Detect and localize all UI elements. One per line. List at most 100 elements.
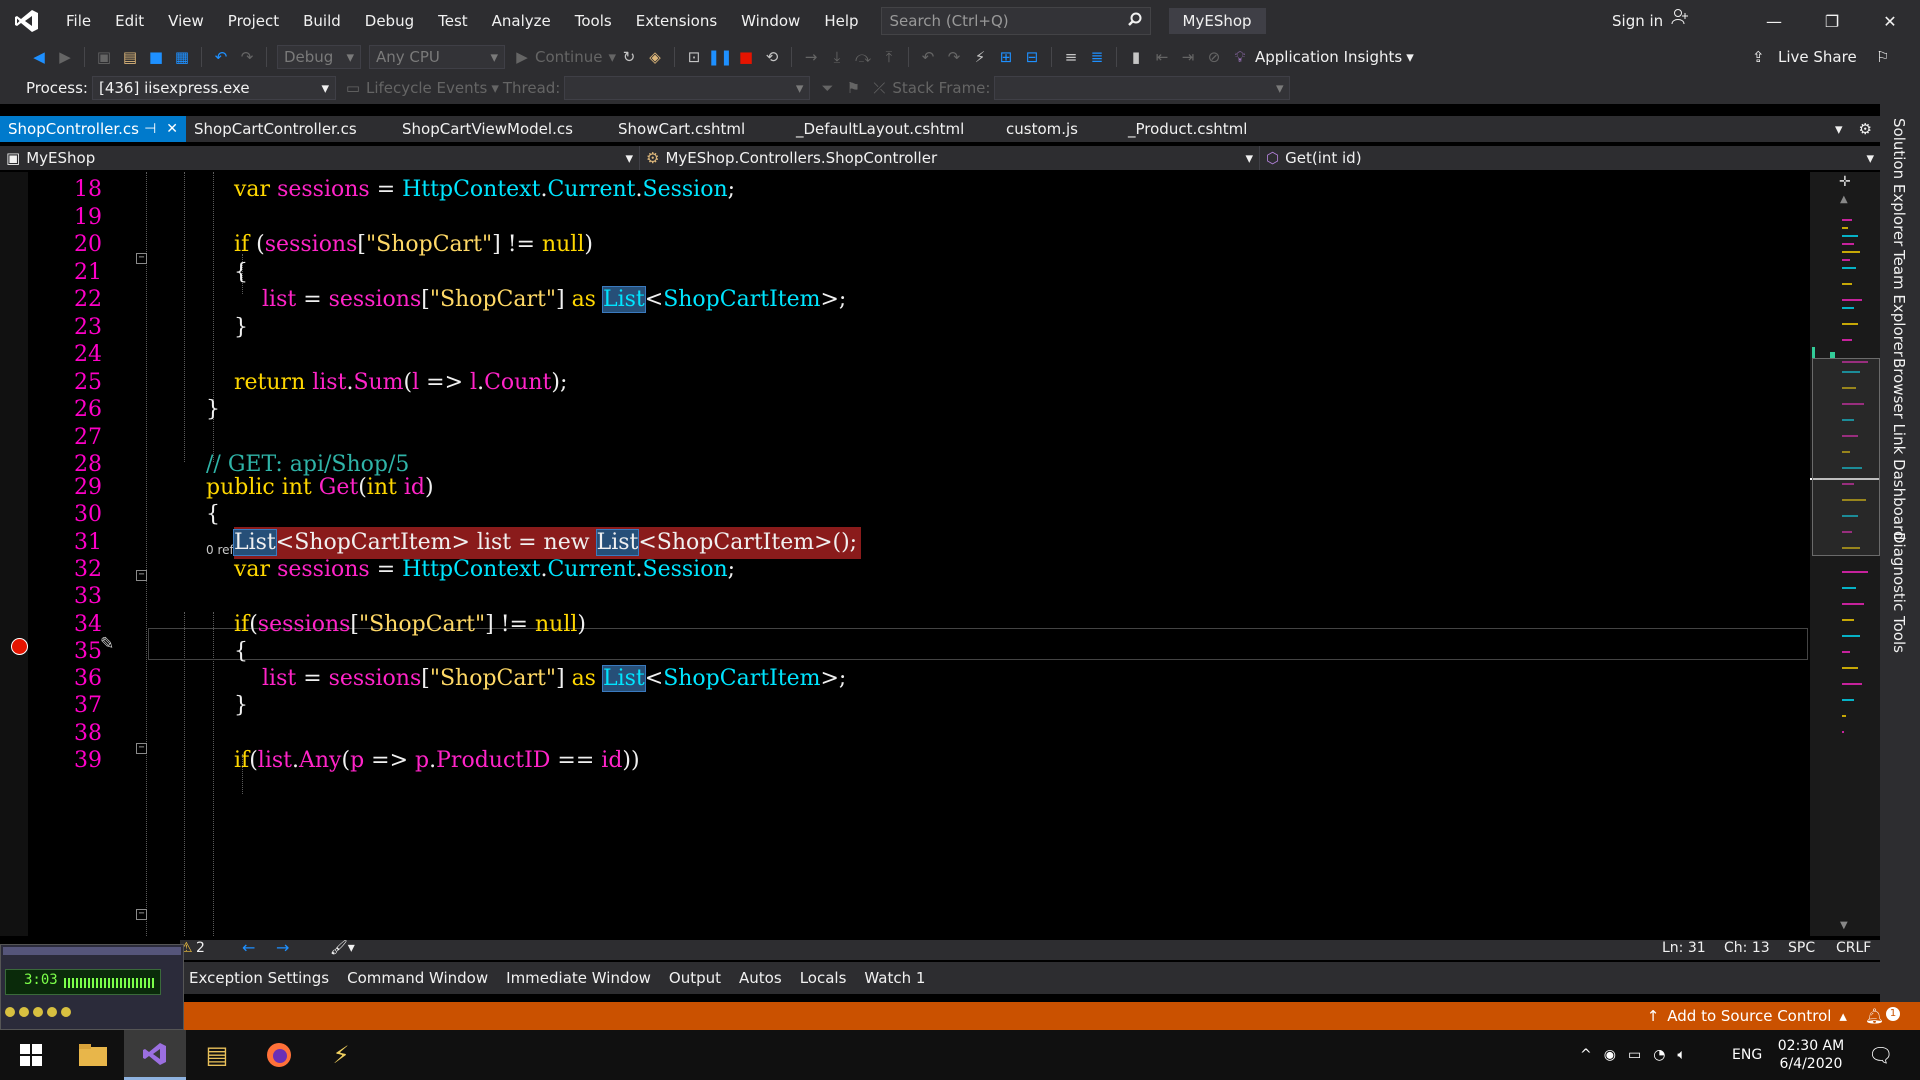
taskbar-firefox[interactable] [248, 1030, 310, 1080]
tab-locals[interactable]: Locals [791, 969, 856, 987]
properties-icon[interactable]: ⊟ [1021, 46, 1043, 68]
tab-exception-settings[interactable]: Exception Settings [180, 969, 338, 987]
continue-icon[interactable]: ▶ [511, 46, 533, 68]
forward-icon[interactable]: ▶ [54, 46, 76, 68]
sidebar-item-team-explorer[interactable]: Team Explorer [1890, 250, 1908, 357]
refresh-icon[interactable]: ↻ [618, 46, 640, 68]
solution-explorer-icon[interactable]: ⊞ [995, 46, 1017, 68]
sidebar-item-solution-explorer[interactable]: Solution Explorer [1890, 118, 1908, 246]
menu-item-extensions[interactable]: Extensions [624, 0, 729, 42]
code-cleanup-icon[interactable]: 🖌︎▾ [330, 940, 355, 956]
bookmark-icon[interactable]: ▮ [1125, 46, 1147, 68]
close-button[interactable]: ✕ [1862, 0, 1918, 42]
menu-item-edit[interactable]: Edit [103, 0, 156, 42]
tab-output[interactable]: Output [660, 969, 730, 987]
taskbar-app-5[interactable]: ⚡ [310, 1030, 372, 1080]
stack-frame-dropdown[interactable]: ▾ [994, 76, 1291, 100]
search-input[interactable]: Search (Ctrl+Q) [880, 7, 1151, 35]
tab-customjs[interactable]: custom.js [998, 116, 1120, 142]
menu-item-project[interactable]: Project [216, 0, 291, 42]
media-player-widget[interactable]: 3:03 [0, 944, 184, 1030]
battery-icon[interactable]: ▭ [1628, 1047, 1641, 1063]
configuration-dropdown[interactable]: Debug ▾ [277, 45, 361, 69]
step-into-icon[interactable]: ⤓ [826, 46, 848, 68]
taskbar-app-3[interactable]: ▤ [186, 1030, 248, 1080]
sidebar-item-browser-link-dashboard[interactable]: Browser Link Dashboard [1890, 358, 1908, 540]
restart-icon[interactable]: ⟲ [761, 46, 783, 68]
stop-icon[interactable] [47, 1007, 57, 1017]
chevron-up-icon[interactable]: ^ [1580, 1047, 1592, 1063]
tab-shopcartviewmodel[interactable]: ShopCartViewModel.cs [394, 116, 610, 142]
process-dropdown[interactable]: [436] iisexpress.exe ▾ [91, 76, 336, 100]
menu-item-help[interactable]: Help [812, 0, 870, 42]
clear-bookmarks-icon[interactable]: ⊘ [1203, 46, 1225, 68]
notifications-button[interactable]: 🔔︎ 1 [1865, 1007, 1900, 1025]
maximize-button[interactable]: ❐ [1804, 0, 1860, 42]
clock[interactable]: 02:30 AM 6/4/2020 [1776, 1030, 1846, 1080]
gear-icon[interactable]: ⚙ [1851, 116, 1880, 142]
pause-icon[interactable] [33, 1007, 43, 1017]
line-ending[interactable]: CRLF [1836, 940, 1871, 956]
undo-icon[interactable]: ↶ [210, 46, 232, 68]
lifecycle-events-dropdown[interactable]: Lifecycle Events [366, 79, 487, 97]
minimize-button[interactable]: — [1746, 0, 1802, 42]
minimap-viewport[interactable] [1812, 358, 1880, 556]
play-icon[interactable] [19, 1007, 29, 1017]
action-center-icon[interactable]: 🗨︎ [1868, 1030, 1893, 1080]
new-project-icon[interactable]: ▣ [93, 46, 115, 68]
next-track-icon[interactable] [61, 1007, 71, 1017]
tab-immediate-window[interactable]: Immediate Window [497, 969, 660, 987]
screenshot-icon[interactable]: ⊡ [683, 46, 705, 68]
previous-issue-icon[interactable]: ← [242, 938, 255, 957]
code-editor[interactable]: − − − − 0 references ✎ 18var sessions = … [0, 172, 1810, 936]
save-icon[interactable]: ■ [145, 46, 167, 68]
scroll-up-icon[interactable]: ▲ [1840, 194, 1848, 205]
save-all-icon[interactable]: ▦ [171, 46, 193, 68]
filter-icon[interactable]: ⏷ [816, 77, 838, 99]
show-next-statement-icon[interactable]: → [800, 46, 822, 68]
comment-icon[interactable]: ≡ [1060, 46, 1082, 68]
flag-icon[interactable]: ⚑ [842, 77, 864, 99]
menu-item-view[interactable]: View [156, 0, 216, 42]
close-icon[interactable]: ✕ [166, 121, 178, 137]
pin-icon[interactable]: ⊣ [144, 121, 156, 137]
network-drive-icon[interactable]: ◉ [1604, 1047, 1616, 1063]
volume-icon[interactable]: 🔈︎ [1677, 1047, 1685, 1063]
menu-item-file[interactable]: File [54, 0, 103, 42]
sign-in-button[interactable]: Sign in [1612, 0, 1689, 42]
browser-link-icon[interactable]: ◈ [644, 46, 666, 68]
class-dropdown[interactable]: ⚙ MyEShop.Controllers.ShopController ▾ [640, 146, 1260, 170]
feedback-icon[interactable]: ⚐ [1876, 48, 1889, 66]
collapse-toggle[interactable]: − [136, 909, 147, 920]
application-insights-button[interactable]: Application Insights [1255, 48, 1402, 66]
tab-product[interactable]: _Product.cshtml [1120, 116, 1300, 142]
prev-bookmark-icon[interactable]: ⇤ [1151, 46, 1173, 68]
input-language[interactable]: ENG [1732, 1030, 1762, 1080]
thread-dropdown[interactable]: ▾ [564, 76, 811, 100]
add-to-source-control-button[interactable]: ↑ Add to Source Control ▴ [1647, 1007, 1847, 1025]
live-share-button[interactable]: Live Share [1778, 48, 1857, 66]
member-dropdown[interactable]: ⬡ Get(int id) ▾ [1260, 146, 1880, 170]
sidebar-item-diagnostic-tools[interactable]: Diagnostic Tools [1890, 532, 1908, 653]
menu-item-tools[interactable]: Tools [563, 0, 624, 42]
redo-icon[interactable]: ↷ [236, 46, 258, 68]
prev-track-icon[interactable] [5, 1007, 15, 1017]
tab-showcart[interactable]: ShowCart.cshtml [610, 116, 788, 142]
menu-item-debug[interactable]: Debug [353, 0, 426, 42]
platform-dropdown[interactable]: Any CPU ▾ [369, 45, 505, 69]
split-window-icon[interactable]: ✛ [1839, 174, 1851, 190]
next-issue-icon[interactable]: → [276, 938, 289, 957]
navigate-backward-icon[interactable]: ↶ [917, 46, 939, 68]
menu-item-test[interactable]: Test [426, 0, 480, 42]
menu-item-window[interactable]: Window [729, 0, 812, 42]
next-bookmark-icon[interactable]: ⇥ [1177, 46, 1199, 68]
error-count[interactable]: 2 [196, 940, 205, 956]
tab-shopcontroller[interactable]: ShopController.cs ⊣ ✕ [0, 116, 186, 142]
open-file-icon[interactable]: ▤ [119, 46, 141, 68]
continue-button[interactable]: Continue [535, 48, 602, 66]
pause-icon[interactable]: ❚❚ [707, 46, 732, 68]
menu-item-analyze[interactable]: Analyze [480, 0, 563, 42]
navigate-forward-icon[interactable]: ↷ [943, 46, 965, 68]
tab-command-window[interactable]: Command Window [338, 969, 497, 987]
tab-defaultlayout[interactable]: _DefaultLayout.cshtml [788, 116, 998, 142]
